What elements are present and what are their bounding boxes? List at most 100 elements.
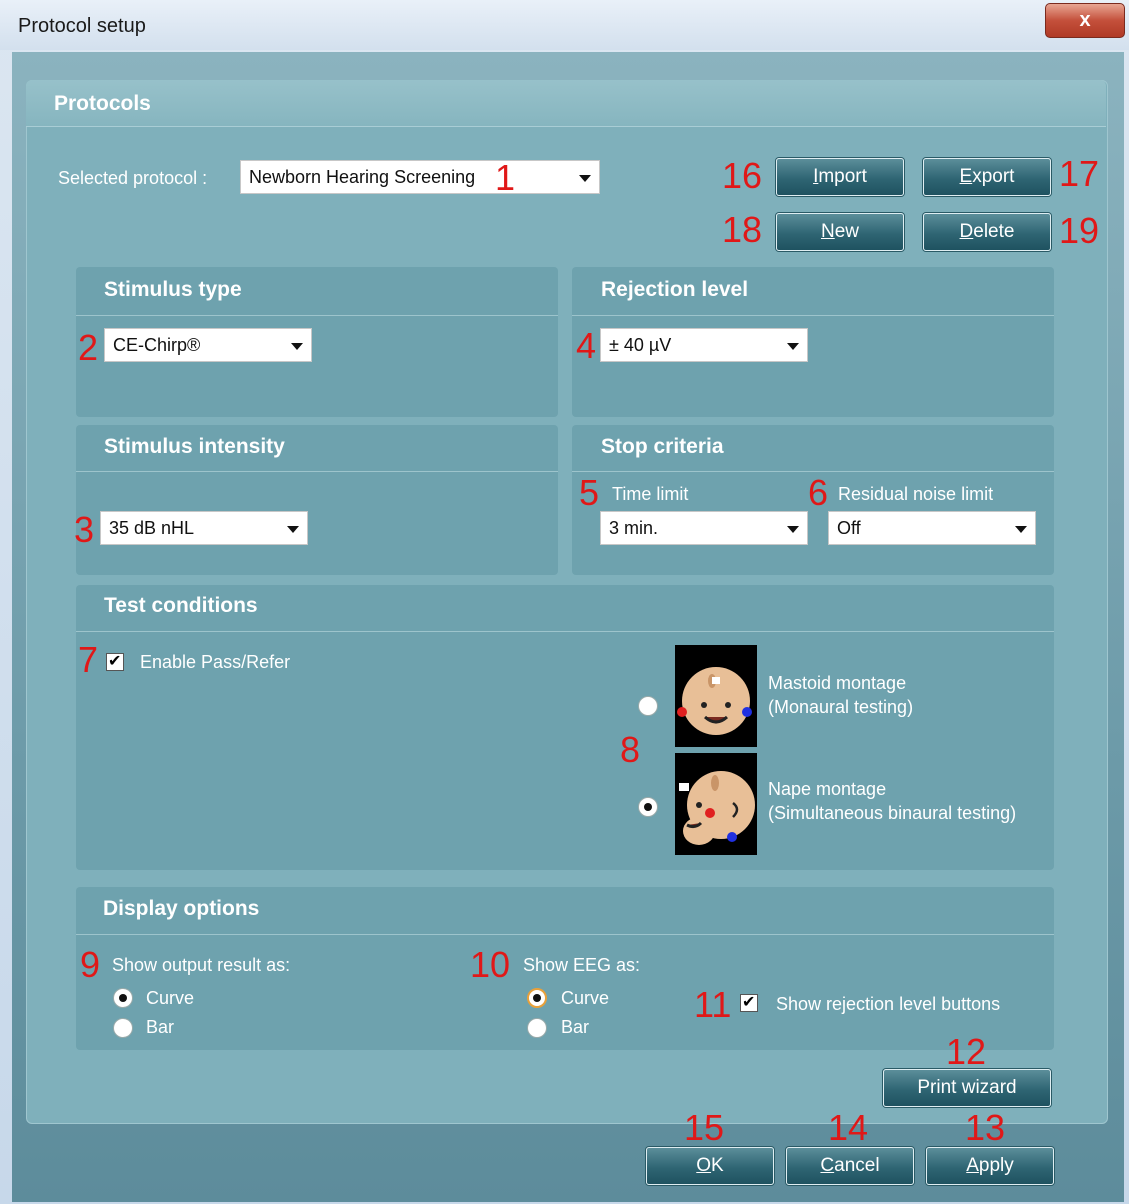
ok-label: K	[711, 1155, 724, 1176]
residual-noise-value: Off	[837, 518, 861, 538]
show-rejection-buttons-label: Show rejection level buttons	[776, 994, 1001, 1014]
annotation-8: 8	[620, 729, 641, 770]
import-button[interactable]: Import	[776, 158, 904, 196]
annotation-17: 17	[1059, 153, 1100, 194]
divider	[76, 315, 558, 316]
mastoid-montage-image	[675, 645, 757, 747]
display-options-heading: Display options	[103, 897, 260, 920]
residual-noise-label: Residual noise limit	[838, 484, 994, 504]
new-hotkey: N	[820, 221, 835, 242]
apply-button[interactable]: Apply	[926, 1147, 1054, 1185]
apply-hotkey: A	[966, 1155, 979, 1176]
export-hotkey: E	[959, 166, 973, 187]
annotation-5: 5	[579, 472, 600, 513]
baby-face-front-icon	[677, 667, 752, 735]
selected-protocol-label: Selected protocol :	[58, 168, 208, 188]
mastoid-montage-radio[interactable]	[638, 696, 658, 716]
annotation-9: 9	[80, 944, 101, 985]
output-curve-label: Curve	[146, 988, 195, 1008]
annotation-2: 2	[78, 327, 99, 368]
output-result-label: Show output result as:	[112, 955, 291, 975]
print-wizard-button[interactable]: Print wizard	[883, 1069, 1051, 1107]
cancel-hotkey: C	[820, 1155, 835, 1176]
eeg-curve-radio[interactable]	[527, 988, 547, 1008]
divider	[76, 471, 558, 472]
protocol-setup-window: Protocol setup x Protocols Selected prot…	[0, 0, 1129, 1204]
annotation-10: 10	[470, 944, 511, 985]
mastoid-montage-sublabel: (Monaural testing)	[768, 697, 914, 717]
annotation-14: 14	[828, 1107, 869, 1148]
eeg-bar-label: Bar	[561, 1017, 590, 1037]
delete-label: elete	[973, 221, 1015, 242]
divider	[76, 934, 1054, 935]
chevron-down-icon	[787, 343, 799, 350]
annotation-12: 12	[946, 1031, 987, 1072]
stimulus-type-dropdown[interactable]: CE-Chirp®	[104, 328, 312, 362]
close-button[interactable]: x	[1045, 3, 1125, 38]
output-bar-radio[interactable]	[113, 1018, 133, 1038]
protocols-panel-header	[26, 80, 1106, 127]
rejection-level-dropdown[interactable]: ± 40 µV	[600, 328, 808, 362]
protocols-heading: Protocols	[54, 92, 151, 115]
divider	[76, 631, 1054, 632]
annotation-3: 3	[74, 509, 95, 550]
stop-criteria-heading: Stop criteria	[601, 435, 724, 458]
annotation-7: 7	[78, 639, 99, 680]
delete-button[interactable]: Delete	[923, 213, 1051, 251]
annotation-13: 13	[965, 1107, 1006, 1148]
residual-noise-dropdown[interactable]: Off	[828, 511, 1036, 545]
eeg-label: Show EEG as:	[523, 955, 641, 975]
stimulus-intensity-value: 35 dB nHL	[109, 518, 195, 538]
new-button[interactable]: New	[776, 213, 904, 251]
export-button[interactable]: Export	[923, 158, 1051, 196]
selected-protocol-value: Newborn Hearing Screening	[249, 167, 476, 187]
cancel-label: ancel	[834, 1155, 880, 1176]
rejection-level-heading: Rejection level	[601, 278, 749, 301]
nape-montage-radio[interactable]	[638, 797, 658, 817]
stimulus-type-value: CE-Chirp®	[113, 335, 201, 355]
chevron-down-icon	[291, 343, 303, 350]
stimulus-type-heading: Stimulus type	[104, 278, 242, 301]
export-label: xport	[972, 166, 1015, 187]
apply-label: pply	[978, 1155, 1014, 1176]
test-conditions-panel	[76, 585, 1054, 870]
selected-protocol-dropdown[interactable]: Newborn Hearing Screening	[240, 160, 600, 194]
show-rejection-buttons-checkbox[interactable]	[740, 992, 758, 1012]
nape-montage-image	[675, 753, 757, 855]
time-limit-dropdown[interactable]: 3 min.	[600, 511, 808, 545]
baby-face-side-icon	[679, 771, 755, 845]
output-curve-radio[interactable]	[113, 988, 133, 1008]
annotation-18: 18	[722, 209, 763, 250]
annotation-6: 6	[808, 472, 829, 513]
eeg-curve-label: Curve	[561, 988, 610, 1008]
annotation-11: 11	[694, 984, 732, 1025]
annotation-15: 15	[684, 1107, 725, 1148]
ok-hotkey: O	[696, 1155, 712, 1176]
eeg-bar-radio[interactable]	[527, 1018, 547, 1038]
test-conditions-heading: Test conditions	[104, 594, 258, 617]
import-label: mport	[818, 166, 867, 187]
cancel-button[interactable]: Cancel	[786, 1147, 914, 1185]
time-limit-label: Time limit	[612, 484, 689, 504]
stimulus-intensity-dropdown[interactable]: 35 dB nHL	[100, 511, 308, 545]
time-limit-value: 3 min.	[609, 518, 659, 538]
title-bar: Protocol setup x	[0, 0, 1129, 50]
stimulus-intensity-heading: Stimulus intensity	[104, 435, 285, 458]
enable-pass-refer-label: Enable Pass/Refer	[140, 652, 291, 672]
output-bar-label: Bar	[146, 1017, 175, 1037]
nape-montage-label: Nape montage	[768, 779, 887, 799]
mastoid-montage-label: Mastoid montage	[768, 673, 907, 693]
annotation-19: 19	[1059, 210, 1100, 251]
chevron-down-icon	[787, 526, 799, 533]
window-title: Protocol setup	[18, 15, 146, 37]
chevron-down-icon	[1015, 526, 1027, 533]
ok-button[interactable]: OK	[646, 1147, 774, 1185]
chevron-down-icon	[287, 526, 299, 533]
new-label: ew	[834, 221, 860, 242]
delete-hotkey: D	[959, 221, 974, 242]
annotation-16: 16	[722, 155, 763, 196]
divider	[572, 315, 1054, 316]
enable-pass-refer-checkbox[interactable]	[106, 651, 124, 671]
annotation-4: 4	[576, 325, 597, 366]
annotation-1: 1	[495, 157, 516, 198]
